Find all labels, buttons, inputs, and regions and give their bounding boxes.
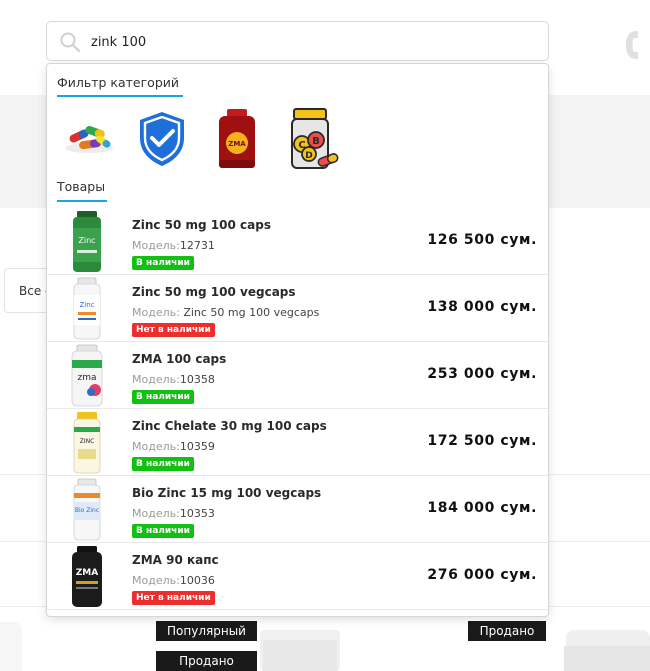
sold-tag: Продано [468, 621, 546, 641]
phone-icon[interactable] [624, 30, 640, 60]
svg-text:Zinc: Zinc [78, 236, 95, 245]
product-item[interactable]: ZINC Zinc Chelate 30 mg 100 caps Модель:… [47, 409, 548, 476]
product-name: ZMA 100 caps [132, 352, 227, 366]
search-suggestions-dropdown: Фильтр категорий ZMA C B D Товары Zinc Z… [46, 63, 549, 617]
product-name: Zinc 50 mg 100 caps [132, 218, 271, 232]
category-vitamins[interactable]: C B D [284, 108, 340, 170]
category-filter-underline [57, 95, 183, 97]
product-price: 172 500 сум. [427, 433, 537, 449]
product-model: Модель:10353 [132, 507, 215, 520]
bio-zinc-bottle-icon: Bio Zinc [73, 478, 101, 541]
status-badge: В наличии [132, 524, 194, 538]
product-price: 126 500 сум. [427, 232, 537, 248]
status-badge: В наличии [132, 256, 194, 270]
sold-tag: Продано [156, 651, 257, 671]
product-image [0, 622, 22, 671]
pills-icon [65, 125, 113, 153]
product-price: 184 000 сум. [427, 500, 537, 516]
category-pills[interactable] [61, 108, 117, 170]
page: Все с Популярный Продано Продано Фильтр … [0, 0, 650, 671]
status-badge: Нет в наличии [132, 591, 215, 605]
zinc-vegcaps-bottle-icon: Zinc [73, 277, 101, 340]
product-model: Модель:10359 [132, 440, 215, 453]
category-zma[interactable]: ZMA [209, 108, 265, 170]
svg-text:ZINC: ZINC [80, 438, 95, 445]
product-item[interactable]: Zinc Zinc 50 mg 100 caps Модель:12731 В … [47, 208, 548, 275]
product-model: Модель:12731 [132, 239, 215, 252]
product-price: 276 000 сум. [427, 567, 537, 583]
product-name: Zinc 50 mg 100 vegcaps [132, 285, 296, 299]
svg-text:ZMA: ZMA [76, 568, 98, 578]
zma-black-bottle-icon: ZMA [72, 546, 102, 607]
status-badge: Нет в наличии [132, 323, 215, 337]
svg-text:ZMA: ZMA [228, 140, 246, 148]
zma-bottle-icon: ZMA [219, 109, 255, 168]
search-input[interactable] [91, 31, 531, 53]
svg-text:D: D [305, 151, 312, 161]
zinc-chelate-bottle-icon: ZINC [73, 412, 101, 474]
product-item[interactable]: Bio Zinc Bio Zinc 15 mg 100 vegcaps Моде… [47, 476, 548, 543]
search-icon[interactable] [59, 31, 81, 53]
products-underline [57, 200, 107, 202]
product-name: Zinc Chelate 30 mg 100 caps [132, 419, 327, 433]
popular-tag: Популярный [156, 621, 257, 641]
product-price: 253 000 сум. [427, 366, 537, 382]
product-model: Модель:10036 [132, 574, 215, 587]
product-item[interactable]: ZMA ZMA 90 капс Модель:10036 Нет в налич… [47, 543, 548, 610]
product-image [260, 630, 340, 671]
svg-text:B: B [312, 136, 320, 147]
products-title: Товары [57, 179, 106, 194]
product-item[interactable]: zma ZMA 100 caps Модель:10358 В наличии … [47, 342, 548, 409]
product-name: ZMA 90 капс [132, 553, 219, 567]
product-item[interactable]: Zinc Zinc 50 mg 100 vegcaps Модель: Zinc… [47, 275, 548, 342]
zma-bottle-icon: zma [71, 344, 103, 407]
svg-text:Zinc: Zinc [79, 301, 94, 309]
svg-text:Bio Zinc: Bio Zinc [75, 507, 99, 514]
product-image [564, 630, 650, 671]
category-filter-title: Фильтр категорий [57, 75, 180, 90]
svg-text:C: C [298, 140, 305, 151]
vitamin-jar-icon: C B D [291, 108, 339, 169]
product-price: 138 000 сум. [427, 299, 537, 315]
status-badge: В наличии [132, 390, 194, 404]
zinc-bottle-icon: Zinc [73, 211, 101, 272]
search-box [46, 21, 549, 61]
product-model: Модель: Zinc 50 mg 100 vegcaps [132, 306, 320, 319]
product-model: Модель:10358 [132, 373, 215, 386]
category-shield[interactable] [134, 108, 190, 170]
product-name: Bio Zinc 15 mg 100 vegcaps [132, 486, 322, 500]
svg-text:zma: zma [77, 373, 96, 383]
shield-check-icon [140, 112, 184, 166]
status-badge: В наличии [132, 457, 194, 471]
